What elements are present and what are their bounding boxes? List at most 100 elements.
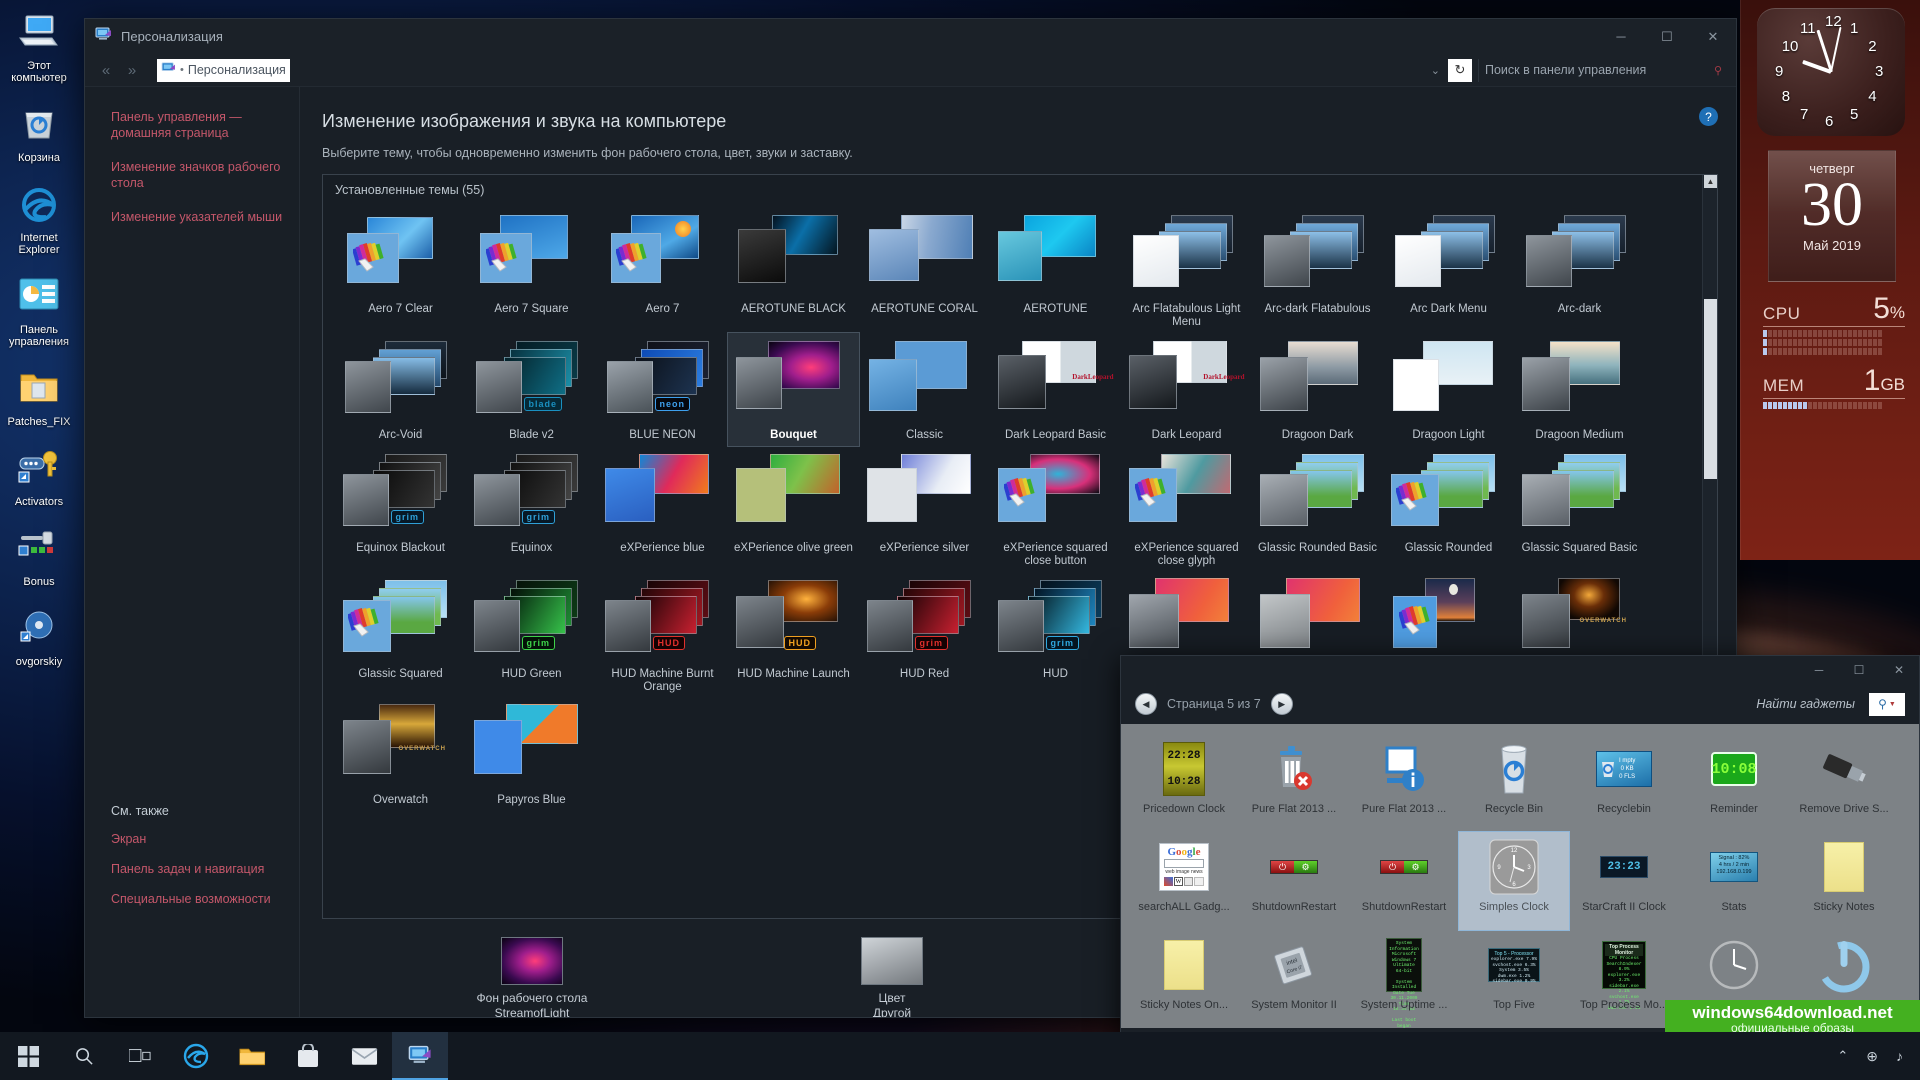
desktop-icon-activators[interactable]: Activators: [0, 444, 78, 510]
theme-item[interactable]: HUD HUD Machine Burnt Orange: [597, 572, 728, 698]
theme-item[interactable]: AEROTUNE BLACK: [728, 207, 859, 333]
personalization-taskbar-button[interactable]: [392, 1032, 448, 1080]
gadget-item[interactable]: 22:28 10:28 Pricedown Clock: [1129, 734, 1239, 832]
theme-item[interactable]: grim Equinox Blackout: [335, 446, 466, 572]
theme-item[interactable]: eXPerience squared close glyph: [1121, 446, 1252, 572]
gadget-item[interactable]: Recycle Bin: [1459, 734, 1569, 832]
theme-item[interactable]: Glassic Squared: [335, 572, 466, 698]
gadget-item[interactable]: 10:08 Reminder: [1679, 734, 1789, 832]
gadget-item[interactable]: Signal : 82% 4 hrs / 2 min 192.168.0.199 St…: [1679, 832, 1789, 930]
gadget-item[interactable]: Google web image news W searchALL Gadg...: [1129, 832, 1239, 930]
theme-item[interactable]: neon BLUE NEON: [597, 333, 728, 446]
clock-gadget[interactable]: 12 1 2 3 4 5 6 7 8 9 10 11: [1757, 8, 1905, 136]
theme-item[interactable]: Arc Dark Menu: [1383, 207, 1514, 333]
gadget-gallery-window[interactable]: ─ ☐ ✕ ◀ Страница 5 из 7 ▶ Найти гаджеты …: [1120, 655, 1920, 1055]
theme-item[interactable]: eXPerience olive green: [728, 446, 859, 572]
gadget-item[interactable]: 12 3 6 9 Simples Clock: [1458, 831, 1570, 931]
theme-item[interactable]: grim Equinox: [466, 446, 597, 572]
sidebar-item-desktop-icons[interactable]: Изменение значков рабочего стола: [111, 159, 283, 191]
theme-item[interactable]: grim HUD Green: [466, 572, 597, 698]
desktop-icon-[interactable]: Корзина: [0, 100, 78, 166]
theme-item[interactable]: Glassic Squared Basic: [1514, 446, 1645, 572]
sidebar-item-home[interactable]: Панель управления — домашняя страница: [111, 109, 283, 141]
theme-item[interactable]: Aero 7: [597, 207, 728, 333]
task-view-button[interactable]: [112, 1032, 168, 1080]
theme-item[interactable]: AEROTUNE: [990, 207, 1121, 333]
mail-button[interactable]: [336, 1032, 392, 1080]
gadget-item[interactable]: intel Core i7 System Monitor II: [1239, 930, 1349, 1028]
theme-item[interactable]: AEROTUNE CORAL: [859, 207, 990, 333]
window-titlebar[interactable]: Персонализация ─ ☐ ✕: [85, 19, 1736, 54]
gadget-item[interactable]: ⏻ ⚙ ShutdownRestart: [1349, 832, 1459, 930]
resource-meter-gadget[interactable]: CPU 5% MEM 1GB: [1763, 292, 1905, 412]
bottom-options[interactable]: Фон рабочего стола StreamofLight Цвет Друго…: [432, 919, 992, 1017]
theme-item[interactable]: blade Blade v2: [466, 333, 597, 446]
gadget-search-box[interactable]: ⚲ ▼: [1869, 692, 1905, 716]
forward-button[interactable]: »: [119, 58, 145, 82]
refresh-button[interactable]: ↻: [1448, 58, 1472, 82]
gadget-grid[interactable]: 22:28 10:28 Pricedown Clock Pure Flat 2013 …: [1121, 724, 1919, 1028]
gadget-item[interactable]: Sticky Notes On...: [1129, 930, 1239, 1028]
maximize-button[interactable]: ☐: [1644, 19, 1690, 54]
search-input[interactable]: Поиск в панели управления ⚲: [1478, 58, 1728, 82]
desktop-background-option[interactable]: Фон рабочего стола StreamofLight: [432, 937, 632, 1017]
theme-item[interactable]: Dragoon Medium: [1514, 333, 1645, 446]
gallery-close-button[interactable]: ✕: [1879, 656, 1919, 684]
close-button[interactable]: ✕: [1690, 19, 1736, 54]
see-also-item-ease-of-access[interactable]: Специальные возможности: [111, 891, 287, 907]
theme-item[interactable]: Dragoon Light: [1383, 333, 1514, 446]
help-button[interactable]: ?: [1699, 107, 1718, 126]
theme-item[interactable]: eXPerience blue: [597, 446, 728, 572]
gadget-item[interactable]: Pure Flat 2013 ...: [1349, 734, 1459, 832]
theme-item[interactable]: HUD HUD Machine Launch: [728, 572, 859, 698]
theme-item[interactable]: Arc-dark Flatabulous: [1252, 207, 1383, 333]
desktop-icon-[interactable]: Панель управления: [0, 272, 78, 350]
tray-expand-icon[interactable]: ⌃: [1828, 1048, 1857, 1064]
gadget-gallery-toolbar[interactable]: ◀ Страница 5 из 7 ▶ Найти гаджеты ⚲ ▼: [1121, 684, 1919, 724]
system-tray[interactable]: ⌃ ⊕ ♪: [1828, 1032, 1920, 1080]
theme-item[interactable]: Bouquet: [727, 332, 860, 447]
gadget-item[interactable]: Top Process Monitor CPU Process SearchInde…: [1569, 930, 1679, 1028]
next-page-button[interactable]: ▶: [1270, 693, 1293, 715]
gadget-item[interactable]: I mpty 0 KB 0 FLS Recyclebin: [1569, 734, 1679, 832]
gadget-item[interactable]: ⏻ ⚙ ShutdownRestart: [1239, 832, 1349, 930]
theme-item[interactable]: grim HUD: [990, 572, 1121, 698]
theme-item[interactable]: Arc Flatabulous Light Menu: [1121, 207, 1252, 333]
theme-item[interactable]: Classic: [859, 333, 990, 446]
breadcrumb[interactable]: • Персонализация: [157, 58, 290, 82]
desktop-icon-ovgorskiy[interactable]: ovgorskiy: [0, 604, 78, 670]
gadget-item[interactable]: Top 5 - Processor explorer.exe 7.9% svchos…: [1459, 930, 1569, 1028]
color-option[interactable]: Цвет Другой: [792, 937, 992, 1017]
gadget-item[interactable]: Remove Drive S...: [1789, 734, 1899, 832]
desktop-icon-[interactable]: Этот компьютер: [0, 8, 78, 86]
desktop-icon-bonus[interactable]: Bonus: [0, 524, 78, 590]
see-also-item-taskbar[interactable]: Панель задач и навигация: [111, 861, 287, 877]
theme-item[interactable]: Glassic Rounded Basic: [1252, 446, 1383, 572]
gadget-item[interactable]: System Information Microsoft Windows 7 Ult…: [1349, 930, 1459, 1028]
gallery-maximize-button[interactable]: ☐: [1839, 656, 1879, 684]
see-also-item-display[interactable]: Экран: [111, 831, 287, 847]
network-icon[interactable]: ⊕: [1857, 1048, 1887, 1065]
desktop-icon-internet-explorer[interactable]: Internet Explorer: [0, 180, 78, 258]
theme-item[interactable]: Arc-Void: [335, 333, 466, 446]
theme-item[interactable]: Dragoon Dark: [1252, 333, 1383, 446]
gadget-item[interactable]: 23:23 StarCraft II Clock: [1569, 832, 1679, 930]
breadcrumb-chevron-down-icon[interactable]: ⌄: [1423, 64, 1448, 77]
theme-item[interactable]: OVERWATCH Overwatch: [335, 698, 466, 811]
breadcrumb-current[interactable]: Персонализация: [188, 63, 286, 77]
theme-item[interactable]: Papyros Blue: [466, 698, 597, 811]
store-button[interactable]: [280, 1032, 336, 1080]
search-button[interactable]: [56, 1032, 112, 1080]
theme-item[interactable]: eXPerience silver: [859, 446, 990, 572]
theme-item[interactable]: DarkLeopard Dark Leopard Basic: [990, 333, 1121, 446]
back-button[interactable]: «: [93, 58, 119, 82]
sidebar-item-mouse-pointers[interactable]: Изменение указателей мыши: [111, 209, 283, 225]
theme-item[interactable]: Aero 7 Square: [466, 207, 597, 333]
desktop-icon-patches-fix[interactable]: Patches_FIX: [0, 364, 78, 430]
gadget-item[interactable]: Sticky Notes: [1789, 832, 1899, 930]
theme-item[interactable]: Arc-dark: [1514, 207, 1645, 333]
calendar-gadget[interactable]: четверг 30 Май 2019: [1768, 150, 1896, 282]
theme-item[interactable]: eXPerience squared close button: [990, 446, 1121, 572]
gallery-minimize-button[interactable]: ─: [1799, 656, 1839, 684]
previous-page-button[interactable]: ◀: [1135, 693, 1157, 715]
